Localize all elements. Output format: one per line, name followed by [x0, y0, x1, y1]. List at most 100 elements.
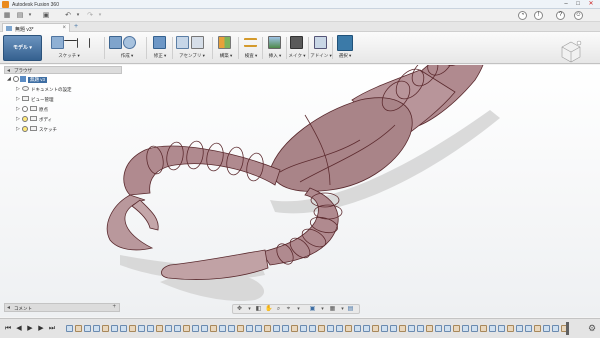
timeline-feature-icon[interactable]	[471, 325, 478, 332]
timeline-feature-icon[interactable]	[408, 325, 415, 332]
timeline-feature-icon[interactable]	[273, 325, 280, 332]
timeline-feature-icon[interactable]	[66, 325, 73, 332]
step-forward-icon[interactable]: ▶	[37, 324, 45, 333]
save-icon[interactable]: ▣	[42, 12, 50, 19]
display-settings-icon[interactable]: ▣	[309, 306, 316, 313]
look-at-icon[interactable]: ◧	[255, 306, 262, 313]
timeline-feature-icon[interactable]	[354, 325, 361, 332]
timeline-feature-icon[interactable]	[381, 325, 388, 332]
file-menu-icon[interactable]: ▤	[16, 12, 24, 19]
timeline-feature-icon[interactable]	[552, 325, 559, 332]
sketch-tool-group[interactable]: スケッチ ▾	[48, 35, 90, 62]
close-window-button[interactable]: ✕	[585, 1, 597, 8]
timeline-feature-icon[interactable]	[183, 325, 190, 332]
redo-icon[interactable]: ↷	[86, 12, 94, 19]
pan-icon[interactable]: ✋	[265, 306, 272, 313]
undo-icon[interactable]: ↶	[64, 12, 72, 19]
crawfish-body[interactable]	[106, 39, 487, 280]
add-comment-icon[interactable]: +	[112, 304, 116, 310]
timeline-feature-icon[interactable]	[156, 325, 163, 332]
close-tab-icon[interactable]: ×	[62, 25, 66, 31]
browser-item-document-settings[interactable]: ▷ ドキュメントの設定	[16, 85, 122, 93]
notifications-icon[interactable]: !	[534, 11, 543, 20]
timeline-feature-icon[interactable]	[327, 325, 334, 332]
create-tool-group[interactable]: 作成 ▾	[107, 35, 147, 62]
timeline-feature-icon[interactable]	[363, 325, 370, 332]
expand-triangle-icon[interactable]: ▷	[16, 86, 20, 92]
expand-triangle-icon[interactable]: ▷	[16, 116, 20, 122]
visibility-bulb-icon[interactable]	[22, 116, 28, 122]
timeline-feature-icon[interactable]	[489, 325, 496, 332]
go-to-start-icon[interactable]: ⏮	[4, 324, 12, 333]
timeline-feature-icon[interactable]	[237, 325, 244, 332]
comments-panel[interactable]: ◂ コメント +	[4, 303, 120, 312]
browser-item-named-views[interactable]: ▷ ビュー管理	[16, 95, 122, 103]
timeline-feature-icon[interactable]	[129, 325, 136, 332]
visibility-bulb-icon[interactable]	[13, 76, 19, 82]
timeline-feature-icon[interactable]	[228, 325, 235, 332]
timeline-feature-icon[interactable]	[138, 325, 145, 332]
browser-root-node[interactable]: ◢ 無題 v3	[7, 75, 122, 83]
timeline-feature-icon[interactable]	[525, 325, 532, 332]
timeline-feature-icon[interactable]	[291, 325, 298, 332]
timeline-settings-gear-icon[interactable]: ⚙	[588, 323, 596, 334]
orbit-icon[interactable]: ✥	[236, 306, 243, 313]
construct-tool-group[interactable]: 構築 ▾	[214, 35, 238, 62]
undo-dropdown-chevron-icon[interactable]: ▾	[74, 12, 82, 19]
browser-item-origin[interactable]: ▷ 原点	[16, 105, 122, 113]
timeline-feature-icon[interactable]	[174, 325, 181, 332]
timeline-feature-icon[interactable]	[147, 325, 154, 332]
step-back-icon[interactable]: ◀	[15, 324, 23, 333]
orbit-dropdown-chevron-icon[interactable]: ▾	[246, 306, 253, 313]
timeline-feature-icon[interactable]	[255, 325, 262, 332]
document-tab[interactable]: 無題 v3* ×	[2, 23, 70, 33]
timeline-feature-icon[interactable]	[480, 325, 487, 332]
timeline-feature-icon[interactable]	[300, 325, 307, 332]
make-tool-group[interactable]: メイク ▾	[286, 35, 308, 62]
timeline-feature-icon[interactable]	[165, 325, 172, 332]
timeline-feature-icon[interactable]	[192, 325, 199, 332]
browser-header[interactable]: ◂ ブラウザ	[4, 66, 122, 74]
timeline-feature-icon[interactable]	[399, 325, 406, 332]
timeline-feature-icon[interactable]	[435, 325, 442, 332]
redo-dropdown-chevron-icon[interactable]: ▾	[96, 12, 104, 19]
timeline-feature-icon[interactable]	[372, 325, 379, 332]
new-tab-icon[interactable]: +	[74, 23, 78, 30]
timeline-feature-icon[interactable]	[417, 325, 424, 332]
timeline-feature-icon[interactable]	[102, 325, 109, 332]
modify-tool-group[interactable]: 修正 ▾	[148, 35, 172, 62]
inspect-tool-group[interactable]: 検査 ▾	[240, 35, 262, 62]
timeline-feature-icon[interactable]	[84, 325, 91, 332]
fit-icon[interactable]: ⌖	[285, 306, 292, 313]
timeline-feature-icon[interactable]	[498, 325, 505, 332]
help-icon[interactable]: ?	[556, 11, 565, 20]
timeline-feature-icon[interactable]	[210, 325, 217, 332]
expand-triangle-icon[interactable]: ◢	[7, 76, 11, 82]
maximize-button[interactable]: □	[572, 1, 584, 8]
timeline-feature-icon[interactable]	[516, 325, 523, 332]
go-to-end-icon[interactable]: ⏭	[48, 324, 56, 333]
play-icon[interactable]: ▶	[26, 324, 34, 333]
timeline-feature-icon[interactable]	[120, 325, 127, 332]
display-dropdown-chevron-icon[interactable]: ▾	[319, 306, 326, 313]
expand-triangle-icon[interactable]: ▷	[16, 96, 20, 102]
expand-triangle-icon[interactable]: ▷	[16, 106, 20, 112]
timeline-feature-icon[interactable]	[543, 325, 550, 332]
zoom-icon[interactable]: ⌕	[275, 306, 282, 313]
timeline-feature-icon[interactable]	[282, 325, 289, 332]
zoom-dropdown-chevron-icon[interactable]: ▾	[295, 306, 302, 313]
view-cube[interactable]	[560, 40, 582, 64]
grid-dropdown-chevron-icon[interactable]: ▾	[339, 306, 346, 313]
file-dropdown-chevron-icon[interactable]: ▾	[26, 12, 34, 19]
timeline-feature-icon[interactable]	[345, 325, 352, 332]
workspace-switcher-button[interactable]: モデル ▾	[3, 35, 42, 61]
user-profile-icon[interactable]: ☺	[574, 11, 583, 20]
viewports-icon[interactable]: ▤	[347, 306, 354, 313]
timeline-feature-icon[interactable]	[390, 325, 397, 332]
grid-settings-icon[interactable]: ▦	[329, 306, 336, 313]
collapse-browser-icon[interactable]: ◂	[7, 67, 10, 74]
timeline-feature-icon[interactable]	[219, 325, 226, 332]
visibility-bulb-icon[interactable]	[22, 106, 28, 112]
insert-tool-group[interactable]: 挿入 ▾	[264, 35, 286, 62]
expand-triangle-icon[interactable]: ▷	[16, 126, 20, 132]
